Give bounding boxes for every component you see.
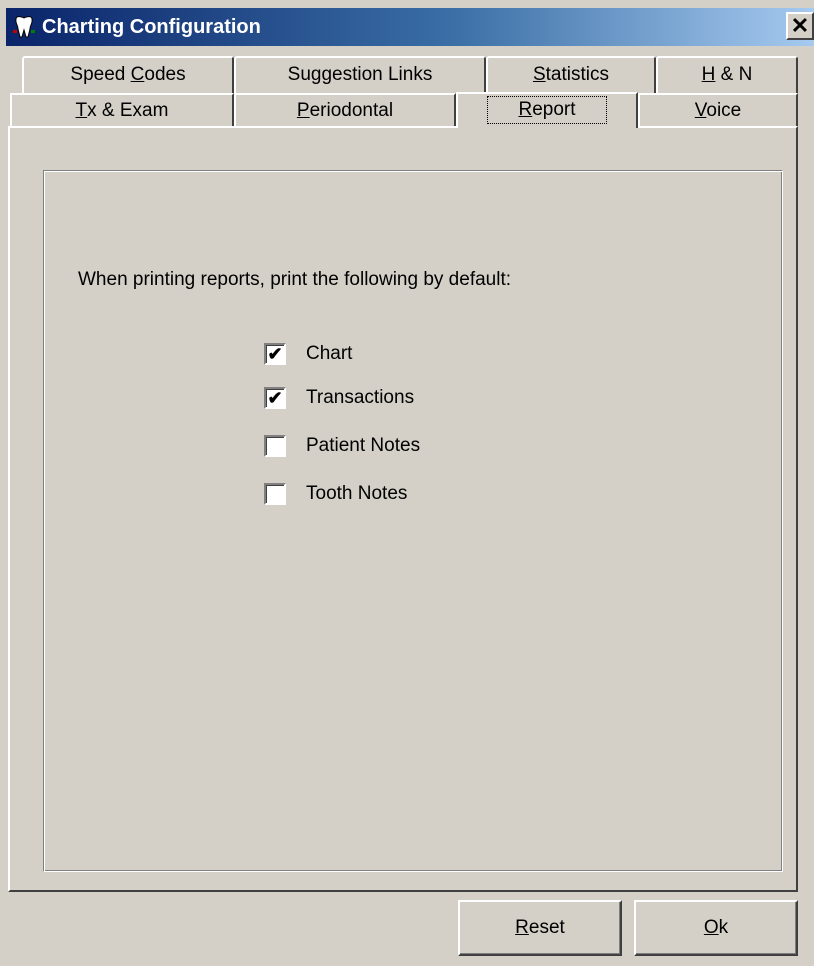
checkbox-box[interactable] bbox=[264, 483, 286, 505]
tab-label: Periodontal bbox=[296, 100, 394, 121]
report-prompt: When printing reports, print the followi… bbox=[78, 269, 512, 290]
tooth-notes-checkbox[interactable]: Tooth Notes bbox=[264, 481, 407, 507]
tab-label: Tx & Exam bbox=[75, 100, 169, 121]
transactions-checkbox[interactable]: ✔ Transactions bbox=[264, 385, 414, 411]
tab-voice[interactable]: Voice bbox=[638, 93, 798, 127]
reset-button[interactable]: Reset bbox=[458, 900, 622, 956]
tab-tx-exam[interactable]: Tx & Exam bbox=[10, 93, 234, 127]
chart-checkbox[interactable]: ✔ Chart bbox=[264, 341, 352, 367]
tab-label: Statistics bbox=[532, 64, 610, 85]
tab-label: Speed Codes bbox=[70, 64, 186, 85]
tab-suggestion-links[interactable]: Suggestion Links bbox=[234, 56, 486, 94]
ok-label: Ok bbox=[703, 917, 729, 938]
tab-label: Suggestion Links bbox=[287, 64, 433, 85]
report-tab-page: When printing reports, print the followi… bbox=[8, 126, 798, 892]
tab-statistics[interactable]: Statistics bbox=[486, 56, 656, 94]
checkbox-box[interactable]: ✔ bbox=[264, 387, 286, 409]
checkbox-box[interactable] bbox=[264, 435, 286, 457]
tab-report[interactable]: Report bbox=[456, 92, 638, 128]
patient-notes-checkbox[interactable]: Patient Notes bbox=[264, 433, 420, 459]
checkbox-label: Transactions bbox=[306, 387, 415, 408]
checkbox-label: Tooth Notes bbox=[306, 483, 408, 504]
tab-label: Voice bbox=[694, 100, 742, 121]
checkbox-label: Chart bbox=[306, 343, 353, 364]
reset-label: Reset bbox=[515, 917, 565, 938]
tab-periodontal[interactable]: Periodontal bbox=[234, 93, 456, 127]
close-button[interactable]: ✕ bbox=[786, 12, 814, 40]
title-bar[interactable]: Charting Configuration ✕ bbox=[6, 8, 814, 46]
window-title: Charting Configuration bbox=[42, 16, 261, 38]
tab-label: H & N bbox=[701, 64, 753, 85]
checkbox-box[interactable]: ✔ bbox=[264, 343, 286, 365]
tab-h-and-n[interactable]: H & N bbox=[656, 56, 798, 94]
tooth-app-icon bbox=[12, 15, 36, 39]
charting-configuration-window: Charting Configuration ✕ Speed Codes Sug… bbox=[0, 0, 814, 966]
ok-button[interactable]: Ok bbox=[634, 900, 798, 956]
tab-label: Report bbox=[487, 96, 607, 124]
checkbox-label: Patient Notes bbox=[306, 435, 421, 456]
tab-speed-codes[interactable]: Speed Codes bbox=[22, 56, 234, 94]
close-icon: ✕ bbox=[790, 13, 810, 38]
